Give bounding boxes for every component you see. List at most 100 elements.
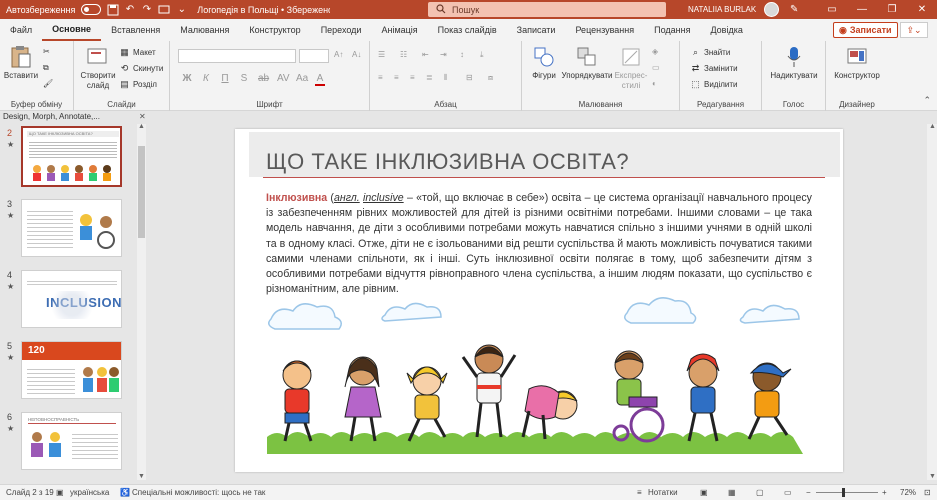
tab-transitions[interactable]: Переходи — [311, 19, 372, 41]
shape-outline-icon[interactable]: ▭ — [652, 63, 660, 72]
line-spacing-icon[interactable]: ↕ — [460, 50, 464, 59]
increase-indent-icon[interactable]: ⇥ — [440, 50, 447, 59]
redo-icon[interactable]: ↷ — [141, 3, 152, 17]
bullets-icon[interactable]: ☰ — [378, 50, 385, 59]
copy-icon[interactable]: ⧉ — [43, 63, 49, 73]
find-button[interactable]: ⌕ Знайти — [690, 47, 730, 58]
justify-icon[interactable]: ≣ — [426, 73, 433, 82]
quick-styles-button[interactable]: Експрес-стилі — [614, 45, 648, 91]
zoom-in-icon[interactable]: + — [882, 488, 887, 497]
present-from-start-icon[interactable] — [158, 3, 170, 17]
text-direction-icon[interactable]: ⤓ — [480, 50, 484, 60]
scroll-up-icon[interactable]: ▲ — [929, 123, 936, 130]
font-name-field[interactable] — [178, 49, 296, 63]
zoom-slider-thumb[interactable] — [842, 488, 845, 497]
children-illustration[interactable] — [267, 297, 803, 454]
customize-toolbar-icon[interactable]: ⌄ — [176, 3, 187, 17]
section-button[interactable]: ▤ Розділ — [119, 79, 157, 90]
columns-icon[interactable]: ⫴ — [444, 73, 447, 83]
paste-button[interactable]: Вставити — [4, 45, 38, 81]
slide-scrollbar[interactable]: ▲ ▼ — [927, 123, 937, 480]
close-icon[interactable]: ✕ — [907, 0, 937, 19]
zoom-level[interactable]: 72% — [900, 488, 916, 497]
search-box[interactable]: Пошук — [428, 2, 666, 17]
slide-thumbnail-2[interactable]: ЩО ТАКЕ ІНКЛЮЗИВНА ОСВІТА? — [21, 126, 122, 187]
tab-file[interactable]: Файл — [0, 19, 42, 41]
shadow-button[interactable]: S — [239, 73, 249, 86]
tab-animations[interactable]: Анімація — [371, 19, 427, 41]
slideshow-icon[interactable]: ▭ — [784, 488, 792, 497]
slide-canvas[interactable]: ЩО ТАКЕ ІНКЛЮЗИВНА ОСВІТА? Інклюзивна (а… — [235, 129, 843, 472]
collapse-ribbon-icon[interactable]: ⌃ — [923, 95, 931, 106]
tab-view[interactable]: Подання — [644, 19, 700, 41]
zoom-slider[interactable] — [816, 488, 878, 497]
align-center-icon[interactable]: ≡ — [394, 73, 399, 82]
align-text-icon[interactable]: ⊟ — [466, 73, 473, 82]
increase-font-icon[interactable]: A↑ — [334, 50, 343, 59]
shapes-button[interactable]: Фігури — [528, 45, 560, 81]
tab-design[interactable]: Конструктор — [239, 19, 310, 41]
underline-button[interactable]: П — [220, 73, 230, 86]
cut-icon[interactable]: ✂ — [43, 47, 50, 56]
slide-sorter-icon[interactable]: ▦ — [728, 488, 736, 497]
slide-thumbnail-3[interactable] — [21, 199, 122, 257]
format-painter-icon[interactable]: 🖌 — [43, 79, 53, 88]
thumbnails-scrollbar[interactable]: ▲ ▼ — [137, 123, 146, 480]
strikethrough-button[interactable]: ab — [258, 73, 269, 86]
scroll-up-icon[interactable]: ▲ — [138, 123, 145, 130]
design-ideas-label[interactable]: Design, Morph, Annotate,... — [3, 112, 100, 121]
feedback-icon[interactable]: ✎ — [787, 3, 801, 17]
shape-effects-icon[interactable]: ◐ — [652, 79, 657, 88]
tab-insert[interactable]: Вставлення — [101, 19, 170, 41]
autosave-toggle[interactable] — [81, 4, 101, 15]
scrollbar-thumb[interactable] — [138, 146, 145, 238]
change-case-button[interactable]: Aa — [296, 73, 308, 86]
designer-button[interactable]: Конструктор — [828, 45, 886, 81]
shape-fill-icon[interactable]: ◈ — [652, 47, 658, 56]
slide-thumbnail-5[interactable]: 120 — [21, 341, 122, 399]
tab-draw[interactable]: Малювання — [170, 19, 239, 41]
user-area[interactable]: NATALIIA BURLAK ✎ — [688, 0, 801, 19]
zoom-out-icon[interactable]: − — [806, 488, 811, 497]
smartart-icon[interactable]: ⧈ — [488, 73, 493, 83]
slide-body-text[interactable]: Інклюзивна (англ. inclusive – «той, що в… — [266, 191, 812, 297]
italic-button[interactable]: К — [201, 73, 211, 86]
select-button[interactable]: ⬚ Виділити — [690, 79, 737, 90]
minimize-icon[interactable]: — — [847, 0, 877, 19]
decrease-indent-icon[interactable]: ⇤ — [422, 50, 429, 59]
spellcheck-icon[interactable]: ▣ — [56, 488, 64, 497]
accessibility-status[interactable]: Спеціальні можливості: щось не так — [132, 488, 265, 497]
slide-title[interactable]: ЩО ТАКЕ ІНКЛЮЗИВНА ОСВІТА? — [266, 149, 629, 175]
reading-view-icon[interactable]: ▢ — [756, 488, 764, 497]
close-icon[interactable]: ✕ — [139, 112, 146, 121]
numbering-icon[interactable]: ☷ — [400, 50, 407, 59]
tab-help[interactable]: Довідка — [700, 19, 752, 41]
layout-button[interactable]: ▦ Макет — [119, 47, 155, 58]
normal-view-icon[interactable]: ▣ — [700, 488, 708, 497]
tab-home[interactable]: Основне — [42, 19, 102, 41]
scroll-down-icon[interactable]: ▼ — [929, 473, 936, 480]
undo-icon[interactable]: ↶ — [125, 3, 136, 17]
slide-thumbnail-4[interactable]: INCLUSION — [21, 270, 122, 328]
dictate-button[interactable]: Надиктувати — [765, 45, 823, 81]
new-slide-button[interactable]: Створити слайд — [78, 45, 118, 91]
slide-thumbnail-6[interactable]: НЕПОВНОСПРАВНІСТЬ — [21, 412, 122, 470]
font-color-button[interactable]: A — [315, 73, 325, 86]
reset-button[interactable]: ⟲ Скинути — [119, 63, 164, 74]
accessibility-icon[interactable]: ♿ — [120, 488, 130, 497]
tab-review[interactable]: Рецензування — [565, 19, 644, 41]
replace-button[interactable]: ⇄ Замінити — [690, 63, 738, 74]
fit-slide-icon[interactable]: ⊡ — [924, 488, 931, 497]
tab-slideshow[interactable]: Показ слайдів — [428, 19, 507, 41]
arrange-button[interactable]: Упорядкувати — [560, 45, 614, 81]
bold-button[interactable]: Ж — [182, 73, 192, 86]
scroll-down-icon[interactable]: ▼ — [138, 473, 145, 480]
notes-button[interactable]: Нотатки — [648, 488, 678, 497]
maximize-icon[interactable]: ❐ — [877, 0, 907, 19]
font-size-field[interactable] — [299, 49, 329, 63]
align-left-icon[interactable]: ≡ — [378, 73, 383, 82]
avatar[interactable] — [764, 2, 780, 17]
save-icon[interactable] — [107, 3, 119, 17]
align-right-icon[interactable]: ≡ — [410, 73, 415, 82]
decrease-font-icon[interactable]: A↓ — [352, 50, 361, 59]
